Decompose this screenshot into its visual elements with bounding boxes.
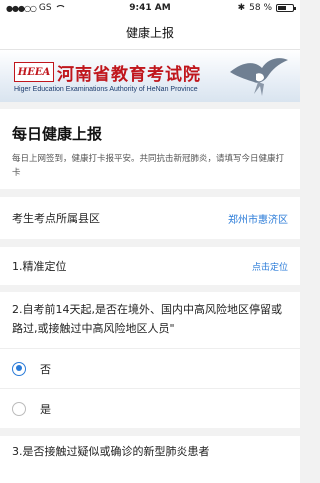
status-bar: ●●●○○ GS 9:41 AM ✱ 58 % (0, 0, 300, 16)
location-label: 1.精准定位 (12, 260, 67, 273)
battery-icon (276, 4, 296, 12)
intro-description: 每日上网签到，健康打卡报平安。共同抗击新冠肺炎，请填写今日健康打卡 (12, 154, 285, 178)
question-2: 2.自考前14天起,是否在境外、国内中高风险地区停留或路过,或接触过中高风险地区… (0, 292, 300, 348)
status-time: 9:41 AM (129, 3, 171, 13)
option-label: 是 (40, 402, 51, 416)
question-3-text: 3.是否接触过疑似或确诊的新型肺炎患者 (12, 445, 210, 458)
option-label: 否 (40, 362, 51, 376)
location-row: 1.精准定位 点击定位 (0, 247, 300, 285)
radio-button[interactable] (12, 361, 26, 376)
locate-button[interactable]: 点击定位 (252, 260, 288, 273)
district-value[interactable]: 郑州市惠济区 (228, 211, 288, 226)
question-2-text: 2.自考前14天起,是否在境外、国内中高风险地区停留或路过,或接触过中高风险地区… (12, 303, 282, 335)
question-3: 3.是否接触过疑似或确诊的新型肺炎患者 (0, 436, 300, 483)
wifi-icon (54, 4, 66, 12)
status-right: ✱ 58 % (194, 3, 296, 13)
bluetooth-icon: ✱ (237, 3, 246, 13)
radio-button[interactable] (12, 401, 26, 416)
heea-logo: HEEA (14, 62, 54, 82)
carrier-name: GS (38, 3, 52, 13)
q2-option-no[interactable]: 否 (0, 348, 300, 388)
q2-option-yes[interactable]: 是 (0, 388, 300, 428)
eagle-icon (230, 58, 288, 96)
intro-card: 每日健康上报 每日上网签到，健康打卡报平安。共同抗击新冠肺炎，请填写今日健康打卡 (0, 109, 300, 189)
signal-strength-icon: ●●●○○ (6, 3, 37, 13)
banner-subtitle: Higer Education Examinations Authority o… (14, 86, 198, 93)
status-left: ●●●○○ GS (6, 3, 106, 13)
page-title: 健康上报 (125, 26, 174, 40)
battery-fill (278, 6, 287, 10)
district-row[interactable]: 考生考点所属县区 郑州市惠济区 (0, 197, 300, 239)
battery-percent: 58 % (249, 3, 272, 13)
banner-title: 河南省教育考试院 (57, 65, 201, 85)
banner: HEEA 河南省教育考试院 Higer Education Examinatio… (0, 50, 300, 102)
intro-title: 每日健康上报 (12, 125, 103, 143)
district-label: 考生考点所属县区 (12, 212, 100, 225)
nav-bar: 健康上报 (0, 16, 300, 50)
